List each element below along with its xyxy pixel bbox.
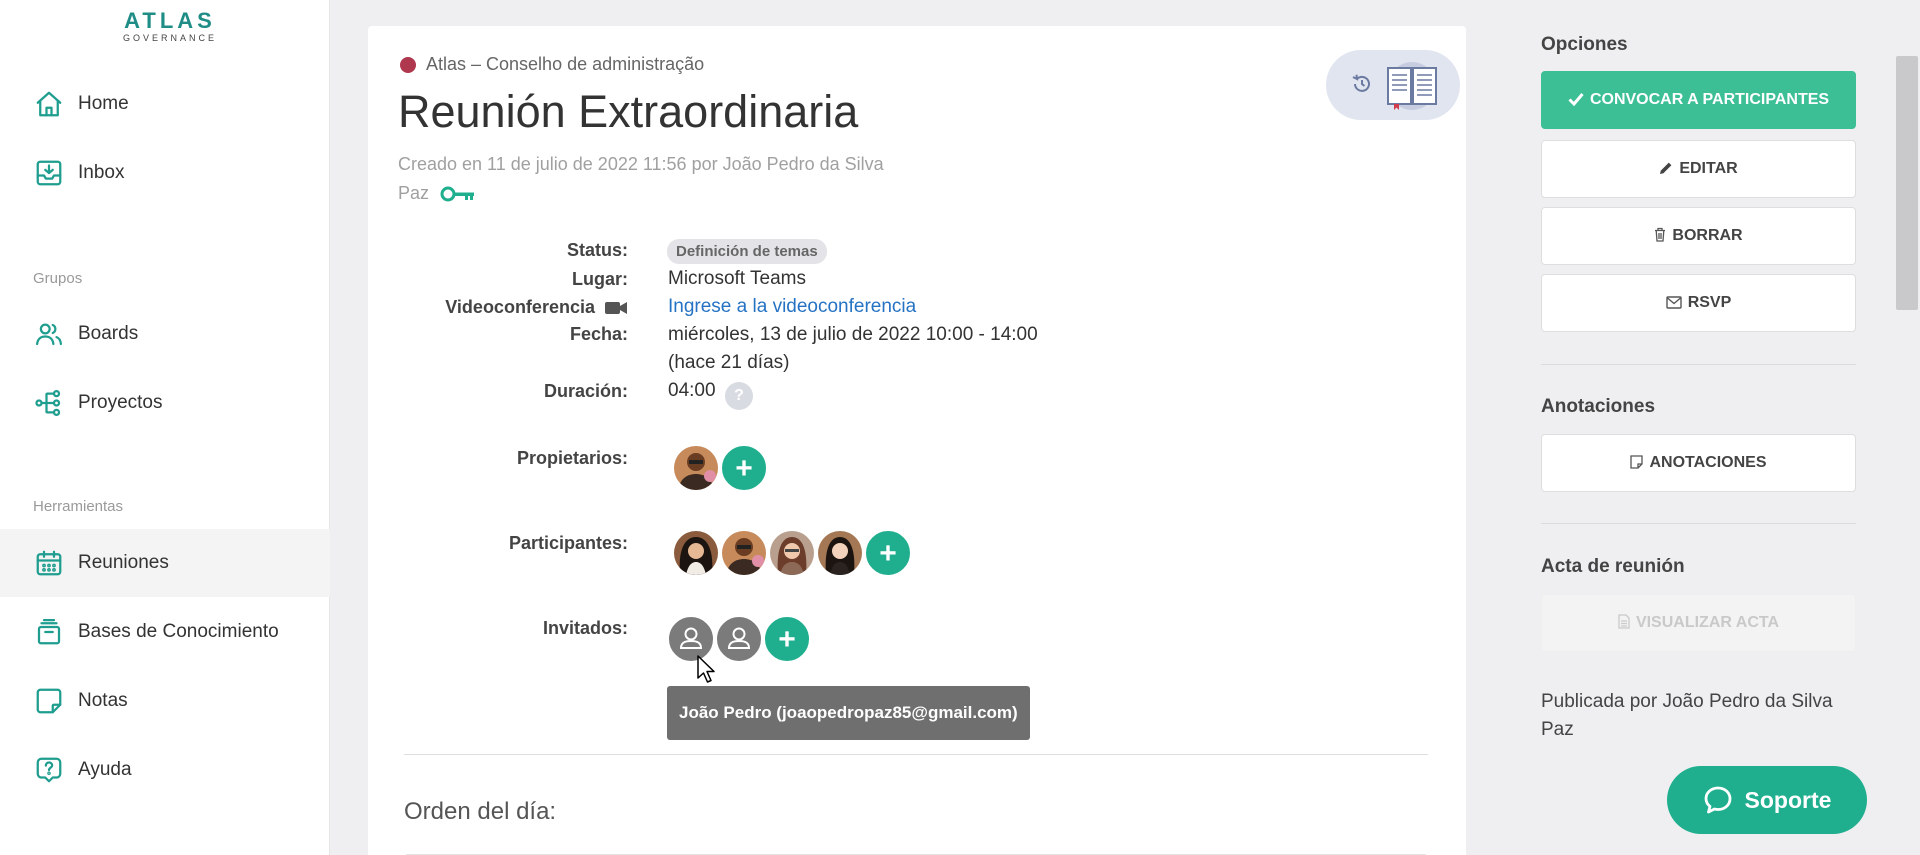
- support-button[interactable]: Soporte: [1667, 766, 1867, 834]
- duracion-value: 04:00: [668, 380, 716, 401]
- status-badge: Definición de temas: [667, 239, 827, 264]
- opciones-heading: Opciones: [1541, 34, 1628, 55]
- status-label: Status:: [566, 240, 628, 260]
- convocar-label: Convocar a participantes: [1589, 91, 1830, 108]
- videoconferencia-label: Videoconferencia: [398, 297, 628, 318]
- editar-label: Editar: [1679, 160, 1738, 177]
- sidebar-item-label: Proyectos: [78, 392, 163, 413]
- sidebar-item-bases-de-conocimiento[interactable]: Bases de Conocimiento: [0, 598, 330, 666]
- videoconference-link[interactable]: Ingrese a la videoconferencia: [668, 296, 916, 318]
- user-icon: [727, 627, 751, 649]
- envelope-icon: [1666, 296, 1682, 309]
- invitados-label: Invitados:: [542, 618, 628, 638]
- convocar-participantes-button[interactable]: Convocar a participantes: [1541, 71, 1856, 129]
- visualizar-acta-button[interactable]: Visualizar acta: [1541, 594, 1856, 652]
- lugar-value: Microsoft Teams: [668, 268, 806, 289]
- users-icon: [36, 323, 62, 346]
- section-label-grupos: Grupos: [33, 270, 83, 287]
- scrollbar-thumb[interactable]: [1896, 56, 1918, 310]
- trash-icon: [1655, 227, 1666, 242]
- sidebar-item-proyectos[interactable]: Proyectos: [0, 369, 330, 437]
- sidebar-item-home[interactable]: Home: [0, 70, 330, 138]
- mouse-cursor-icon: [697, 655, 715, 683]
- project-tree-icon: [35, 390, 61, 416]
- avatar[interactable]: [720, 529, 768, 577]
- divider: [1541, 523, 1856, 524]
- sidebar-item-label: Home: [78, 93, 129, 114]
- logo-sub-text: GOVERNANCE: [122, 33, 217, 43]
- calendar-icon: [36, 550, 62, 576]
- sidebar-item-boards[interactable]: Boards: [0, 300, 330, 368]
- meeting-card: Atlas – Conselho de administração Reunió…: [368, 26, 1466, 855]
- sidebar-item-label: Ayuda: [78, 759, 132, 780]
- lugar-label: Lugar:: [572, 269, 628, 289]
- history-book-toolbar: [1326, 50, 1460, 120]
- document-icon: [1618, 614, 1630, 629]
- chat-bubble-icon: [1704, 786, 1731, 814]
- home-icon: [36, 91, 62, 117]
- check-icon: [1568, 93, 1584, 106]
- fecha-value: miércoles, 13 de julio de 2022 10:00 - 1…: [668, 324, 1038, 345]
- atlas-logo[interactable]: ATLAS GOVERNANCE: [100, 8, 240, 43]
- divider: [1541, 364, 1856, 365]
- published-by-text: Publicada por João Pedro da Silva Paz: [1541, 691, 1833, 740]
- duracion-help-icon[interactable]: ?: [725, 382, 753, 410]
- avatar[interactable]: [672, 529, 720, 577]
- add-participant-button[interactable]: +: [864, 529, 912, 577]
- divider: [404, 754, 1428, 755]
- history-icon[interactable]: [1350, 72, 1374, 96]
- key-icon: [440, 186, 475, 202]
- fecha-label: Fecha:: [569, 324, 628, 344]
- organization-color-dot: [400, 56, 416, 73]
- sidebar-item-label: Bases de Conocimiento: [78, 621, 279, 642]
- anotaciones-heading: Anotaciones: [1541, 396, 1656, 417]
- anotaciones-button[interactable]: Anotaciones: [1541, 434, 1856, 492]
- help-icon: [36, 757, 62, 783]
- participantes-label: Participantes:: [508, 533, 628, 553]
- sidebar: ATLAS GOVERNANCE Home Inbox Grupos Board…: [0, 0, 330, 855]
- note-icon: [1630, 455, 1644, 469]
- videoconferencia-label-text: Videoconferencia: [445, 297, 595, 317]
- anotaciones-label: Anotaciones: [1649, 454, 1767, 471]
- sidebar-item-label: Boards: [78, 323, 139, 344]
- sidebar-item-label: Reuniones: [78, 552, 169, 573]
- guest-avatar[interactable]: [715, 615, 763, 663]
- sidebar-item-label: Notas: [78, 690, 128, 711]
- logo-main-text: ATLAS: [124, 8, 216, 33]
- duracion-label: Duración:: [543, 381, 628, 401]
- agenda-heading: Orden del día:: [404, 798, 557, 825]
- pencil-icon: [1660, 162, 1672, 174]
- borrar-label: Borrar: [1672, 227, 1743, 244]
- visualizar-acta-label: Visualizar acta: [1635, 614, 1780, 631]
- sidebar-item-notas[interactable]: Notas: [0, 667, 330, 735]
- sidebar-item-ayuda[interactable]: Ayuda: [0, 736, 330, 804]
- minutes-book-icon[interactable]: [1384, 60, 1440, 112]
- organization-label: Atlas – Conselho de administração: [400, 54, 704, 75]
- organization-name: Atlas – Conselho de administração: [426, 54, 705, 74]
- fecha-relative: (hace 21 días): [668, 352, 790, 373]
- guest-tooltip: João Pedro (joaopedropaz85@gmail.com): [667, 686, 1030, 740]
- acta-heading: Acta de reunión: [1541, 556, 1685, 577]
- sidebar-item-reuniones[interactable]: Reuniones: [0, 529, 330, 597]
- editar-button[interactable]: Editar: [1541, 140, 1856, 198]
- rsvp-button[interactable]: RSVP: [1541, 274, 1856, 332]
- add-owner-button[interactable]: +: [720, 444, 768, 492]
- section-label-herramientas: Herramientas: [33, 498, 124, 515]
- propietarios-label: Propietarios:: [516, 448, 628, 468]
- avatar[interactable]: [768, 529, 816, 577]
- sidebar-item-label: Inbox: [78, 162, 125, 183]
- avatar[interactable]: [816, 529, 864, 577]
- archive-icon: [37, 619, 61, 645]
- created-info: Creado en 11 de julio de 2022 11:56 por …: [398, 150, 918, 208]
- add-guest-button[interactable]: +: [763, 615, 811, 663]
- rsvp-label: RSVP: [1687, 294, 1732, 311]
- inbox-icon: [36, 160, 62, 186]
- note-icon: [36, 688, 62, 714]
- avatar[interactable]: [672, 444, 720, 492]
- borrar-button[interactable]: Borrar: [1541, 207, 1856, 265]
- page-title: Reunión Extraordinaria: [398, 86, 859, 137]
- support-label: Soporte: [1744, 786, 1832, 813]
- video-camera-icon: [605, 302, 627, 315]
- sidebar-item-inbox[interactable]: Inbox: [0, 139, 330, 207]
